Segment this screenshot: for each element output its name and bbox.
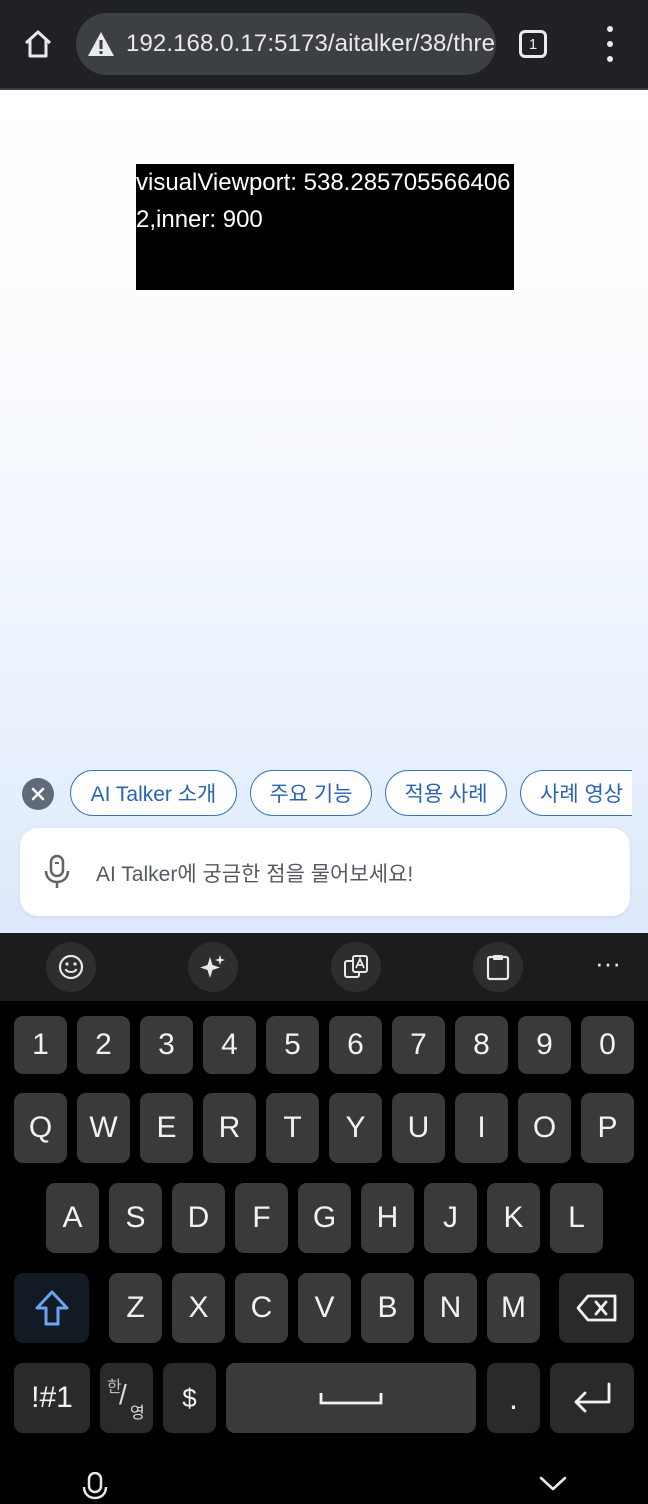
more-menu-button[interactable]: [596, 26, 624, 62]
key-7[interactable]: 7: [392, 1016, 445, 1074]
key-w[interactable]: W: [77, 1093, 130, 1163]
key-k[interactable]: K: [487, 1183, 540, 1253]
navigation-bar: [0, 1457, 648, 1504]
close-chips-button[interactable]: [22, 778, 54, 810]
chat-input[interactable]: AI Talker에 궁금한 점을 물어보세요!: [20, 828, 630, 916]
chip-main-features[interactable]: 주요 기능: [250, 770, 372, 816]
dot-icon: [607, 41, 613, 47]
url-text[interactable]: 192.168.0.17:5173/aitalker/38/thre: [126, 30, 495, 58]
key-f[interactable]: F: [235, 1183, 288, 1253]
dot-icon: [607, 56, 613, 62]
key-d[interactable]: D: [172, 1183, 225, 1253]
dot-icon: [607, 26, 613, 32]
home-button[interactable]: [18, 24, 58, 64]
key-x[interactable]: X: [172, 1273, 225, 1343]
key-g[interactable]: G: [298, 1183, 351, 1253]
key-9[interactable]: 9: [518, 1016, 571, 1074]
ai-writing-button[interactable]: [188, 942, 238, 992]
emoji-button[interactable]: [46, 942, 96, 992]
key-u[interactable]: U: [392, 1093, 445, 1163]
currency-key[interactable]: $: [163, 1363, 216, 1433]
suggestion-chips: AI Talker 소개 주요 기능 적용 사례 사례 영상: [0, 770, 648, 818]
key-j[interactable]: J: [424, 1183, 477, 1253]
home-icon: [24, 30, 52, 58]
period-key[interactable]: .: [487, 1363, 540, 1433]
key-o[interactable]: O: [518, 1093, 571, 1163]
translate-icon: [344, 955, 368, 978]
soft-keyboard: ··· 1 2 3 4 5 6 7 8 9 0 Q W E R T Y U I …: [0, 933, 648, 1504]
key-p[interactable]: P: [581, 1093, 634, 1163]
key-l[interactable]: L: [550, 1183, 603, 1253]
key-3[interactable]: 3: [140, 1016, 193, 1074]
key-2[interactable]: 2: [77, 1016, 130, 1074]
clipboard-icon: [486, 955, 510, 981]
close-icon: [31, 787, 45, 801]
chevron-down-icon[interactable]: [539, 1475, 567, 1493]
key-6[interactable]: 6: [329, 1016, 382, 1074]
lang-english-label: 영: [130, 1405, 145, 1422]
key-r[interactable]: R: [203, 1093, 256, 1163]
key-4[interactable]: 4: [203, 1016, 256, 1074]
shift-key[interactable]: [14, 1273, 89, 1343]
keyboard-toolbar: ···: [0, 933, 648, 1001]
voice-input-icon[interactable]: [82, 1472, 108, 1504]
enter-icon: [574, 1382, 611, 1413]
key-n[interactable]: N: [424, 1273, 477, 1343]
key-i[interactable]: I: [455, 1093, 508, 1163]
address-bar[interactable]: 192.168.0.17:5173/aitalker/38/thre: [76, 13, 496, 75]
key-1[interactable]: 1: [14, 1016, 67, 1074]
key-z[interactable]: Z: [109, 1273, 162, 1343]
tab-switcher-button[interactable]: 1: [519, 30, 547, 58]
warning-icon[interactable]: [86, 29, 116, 59]
chip-case-videos[interactable]: 사례 영상: [520, 770, 632, 816]
key-h[interactable]: H: [361, 1183, 414, 1253]
key-a[interactable]: A: [46, 1183, 99, 1253]
backspace-key[interactable]: [559, 1273, 634, 1343]
key-8[interactable]: 8: [455, 1016, 508, 1074]
sparkle-icon: [200, 955, 225, 978]
slash-icon: /: [119, 1379, 127, 1410]
key-v[interactable]: V: [298, 1273, 351, 1343]
chip-use-cases[interactable]: 적용 사례: [385, 770, 507, 816]
key-y[interactable]: Y: [329, 1093, 382, 1163]
symbols-key[interactable]: !#1: [14, 1363, 90, 1433]
emoji-icon: [58, 954, 84, 980]
more-options-icon[interactable]: ···: [588, 950, 628, 981]
key-q[interactable]: Q: [14, 1093, 67, 1163]
clipboard-button[interactable]: [473, 942, 523, 992]
viewport-debug-text: visualViewport: 538.2857055664062,inner:…: [136, 164, 514, 290]
browser-toolbar: 192.168.0.17:5173/aitalker/38/thre 1: [0, 0, 648, 90]
chat-input-placeholder: AI Talker에 궁금한 점을 물어보세요!: [96, 863, 414, 886]
shift-icon: [35, 1290, 68, 1326]
language-switch-key[interactable]: 한 / 영: [100, 1363, 153, 1433]
key-c[interactable]: C: [235, 1273, 288, 1343]
key-m[interactable]: M: [487, 1273, 540, 1343]
key-s[interactable]: S: [109, 1183, 162, 1253]
key-b[interactable]: B: [361, 1273, 414, 1343]
page-content: visualViewport: 538.2857055664062,inner:…: [0, 90, 648, 933]
space-icon: [319, 1393, 383, 1405]
enter-key[interactable]: [550, 1363, 634, 1433]
translate-button[interactable]: [331, 942, 381, 992]
space-key[interactable]: [226, 1363, 476, 1433]
key-t[interactable]: T: [266, 1093, 319, 1163]
microphone-icon[interactable]: [42, 854, 72, 890]
key-0[interactable]: 0: [581, 1016, 634, 1074]
chip-ai-talker-intro[interactable]: AI Talker 소개: [70, 770, 237, 816]
key-5[interactable]: 5: [266, 1016, 319, 1074]
backspace-icon: [576, 1294, 616, 1322]
key-e[interactable]: E: [140, 1093, 193, 1163]
